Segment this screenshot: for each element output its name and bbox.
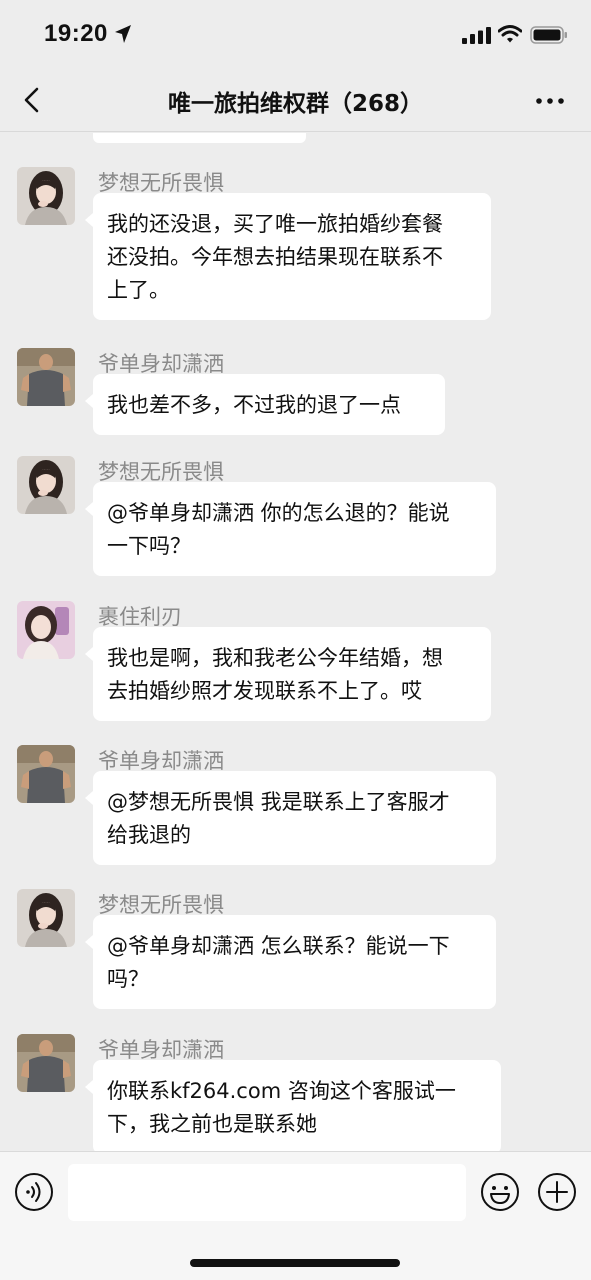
message-text-line: 一下吗？ (107, 534, 191, 558)
plus-icon[interactable] (537, 1172, 577, 1212)
message-text-line: 吗？ (107, 967, 149, 991)
message-bubble[interactable]: 你联系kf264.com 咨询这个客服试一 下，我之前也是联系她 (85, 1060, 501, 1151)
message-text-line: 我的还没退，买了唯一旅拍婚纱套餐 (107, 212, 443, 236)
wifi-icon (498, 25, 522, 43)
message-text-line: 下，我之前也是联系她 (107, 1112, 317, 1136)
message-text-line: @爷单身却潇洒 你的怎么退的？能说 (107, 501, 450, 525)
emoji-icon[interactable] (480, 1172, 520, 1212)
message-bubble[interactable]: 我也差不多，不过我的退了一点 (85, 374, 445, 435)
chevron-left-icon[interactable] (16, 80, 50, 120)
message-bubble[interactable]: @爷单身却潇洒 怎么联系？能说一下 吗？ (85, 915, 496, 1009)
message-text-line: 我也是啊，我和我老公今年结婚，想 (107, 646, 443, 670)
message-bubble[interactable]: @梦想无所畏惧 我是联系上了客服才 给我退的 (85, 771, 496, 865)
nav-bar: 唯一旅拍维权群（268） (0, 68, 591, 132)
message-text-line: 还没拍。今年想去拍结果现在联系不 (107, 245, 443, 269)
battery-icon (530, 26, 567, 44)
more-dots-icon[interactable] (530, 86, 570, 116)
status-bar: 19:20 (0, 0, 591, 68)
avatar[interactable] (17, 601, 75, 659)
message-bubble[interactable]: 我的还没退，买了唯一旅拍婚纱套餐 还没拍。今年想去拍结果现在联系不 上了。 (85, 193, 491, 320)
message-text-line: 给我退的 (107, 823, 191, 847)
message-text-line: @梦想无所畏惧 我是联系上了客服才 (107, 790, 450, 814)
avatar[interactable] (17, 745, 75, 803)
message-text-line: 我也差不多，不过我的退了一点 (107, 393, 401, 417)
status-time: 19:20 (44, 20, 108, 47)
avatar[interactable] (17, 889, 75, 947)
avatar[interactable] (17, 167, 75, 225)
location-arrow-icon (115, 25, 131, 43)
message-input[interactable] (68, 1164, 466, 1221)
message-text-line: 去拍婚纱照才发现联系不上了。哎 (107, 679, 422, 703)
home-indicator (190, 1259, 400, 1267)
chat-list[interactable]: 梦想无所畏惧 我的还没退，买了唯一旅拍婚纱套餐 还没拍。今年想去拍结果现在联系不 上了… (0, 133, 591, 1151)
signal-icon (462, 27, 491, 44)
voice-icon[interactable] (14, 1172, 54, 1212)
message-text-line: 你联系kf264.com 咨询这个客服试一 (107, 1079, 456, 1103)
message-bubble[interactable]: @爷单身却潇洒 你的怎么退的？能说 一下吗？ (85, 482, 496, 576)
page-title: 唯一旅拍维权群（268） (167, 91, 423, 117)
message-text-line: @爷单身却潇洒 怎么联系？能说一下 (107, 934, 450, 958)
message-bubble-partial (93, 133, 306, 143)
avatar[interactable] (17, 1034, 75, 1092)
avatar[interactable] (17, 456, 75, 514)
avatar[interactable] (17, 348, 75, 406)
message-text-line: 上了。 (107, 278, 170, 302)
message-bubble[interactable]: 我也是啊，我和我老公今年结婚，想 去拍婚纱照才发现联系不上了。哎 (85, 627, 491, 721)
